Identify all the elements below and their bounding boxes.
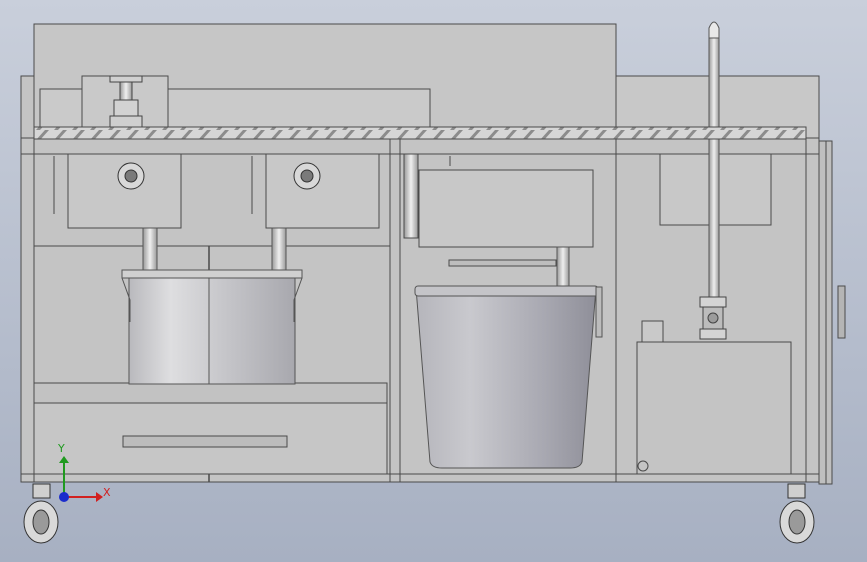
tank-nozzle [641, 320, 664, 343]
shelf [33, 382, 388, 404]
model-canvas[interactable] [0, 0, 867, 562]
hopper-middle [418, 169, 594, 248]
cad-viewport[interactable]: X Y [0, 0, 867, 562]
vertical-pipe [708, 37, 720, 301]
screw-conveyor [33, 126, 807, 140]
tank-drain [637, 460, 649, 472]
left-upper-edge [20, 75, 35, 139]
caster-left [23, 483, 59, 544]
triad-y-label: Y [58, 442, 65, 455]
triad-x-label: X [103, 486, 111, 499]
caster-right [779, 483, 815, 544]
drawer-handle [122, 435, 288, 448]
drain-pipe [403, 153, 419, 239]
bucket [414, 285, 603, 469]
ball-valve [699, 296, 727, 340]
stock-pot [121, 269, 303, 385]
side-handle [837, 285, 846, 339]
z-axis-icon [59, 492, 69, 502]
level-bar [448, 259, 557, 267]
hopper-right [265, 153, 380, 229]
tank [636, 341, 792, 475]
